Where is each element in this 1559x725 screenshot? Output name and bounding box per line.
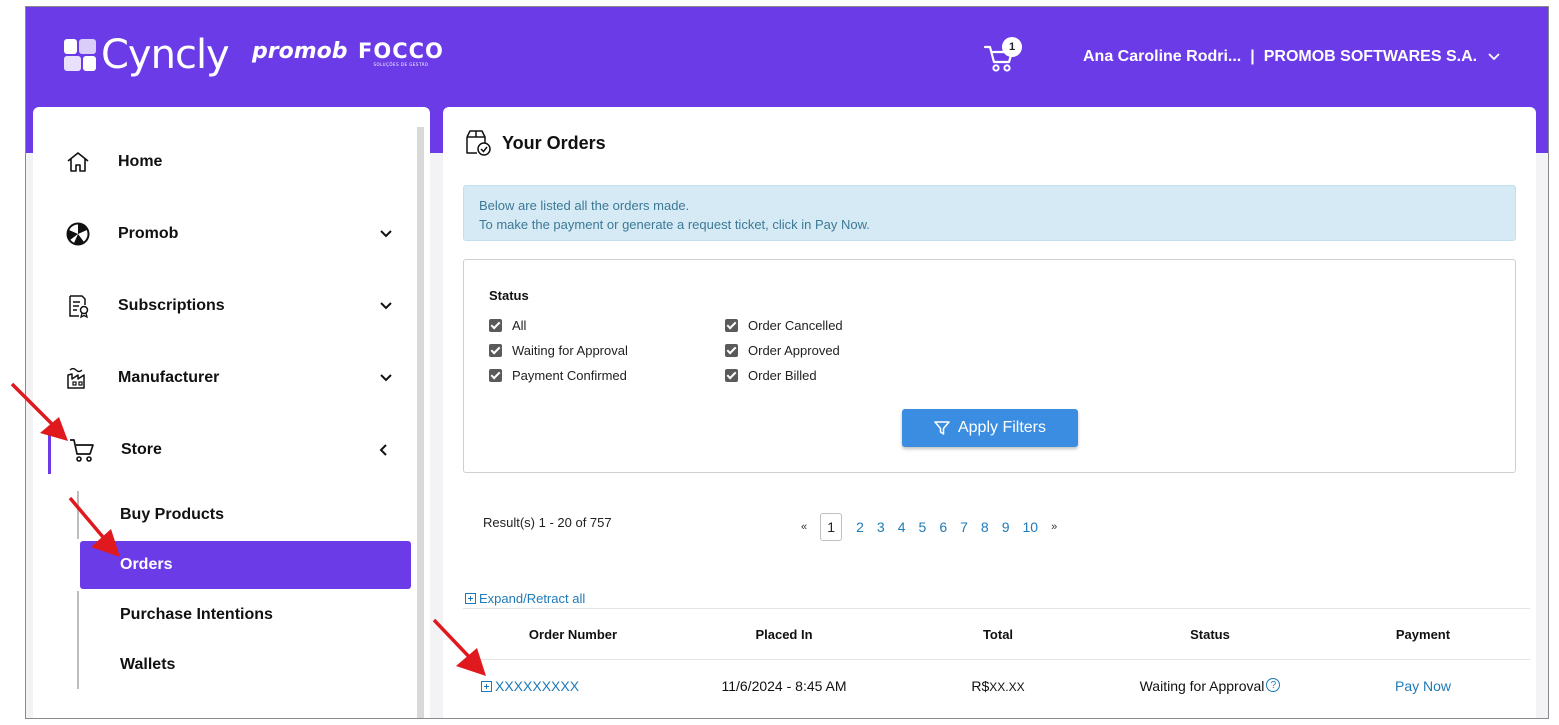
sidebar-subitem-wallets[interactable]: Wallets — [80, 641, 411, 689]
info-line: To make the payment or generate a reques… — [479, 217, 870, 232]
status-cell: Waiting for Approval? — [1115, 678, 1305, 694]
sidebar-item-promob[interactable]: Promob — [33, 210, 413, 258]
column-header-status: Status — [1190, 627, 1230, 642]
filter-option-payment-confirmed[interactable]: Payment Confirmed — [489, 368, 627, 383]
chevron-down-icon — [1488, 53, 1500, 61]
pagination-next[interactable]: » — [1051, 521, 1057, 533]
filter-option-all[interactable]: All — [489, 318, 526, 333]
page-title: Your Orders — [463, 128, 606, 158]
pagination-page[interactable]: 7 — [960, 519, 968, 535]
chevron-down-icon — [380, 374, 392, 382]
order-box-check-icon — [466, 130, 491, 156]
info-alert: Below are listed all the orders made. To… — [463, 185, 1516, 241]
focco-logo: FOCCO SOLUÇÕES DE GESTÃO — [358, 39, 444, 67]
checkbox-checked-icon[interactable] — [489, 319, 502, 332]
main-panel: Your Orders Below are listed all the ord… — [443, 107, 1536, 718]
order-number-cell[interactable]: XXXXXXXXX — [481, 678, 579, 694]
filter-option-order-billed[interactable]: Order Billed — [725, 368, 817, 383]
submenu-line — [77, 591, 79, 689]
subscriptions-icon — [69, 295, 89, 319]
table-divider — [463, 659, 1530, 660]
cyncly-wordmark: Cyncly — [101, 32, 230, 78]
user-separator: | — [1250, 48, 1255, 65]
total-cell: R$XX.XX — [933, 678, 1063, 694]
order-number-link[interactable]: XXXXXXXXX — [495, 678, 579, 694]
column-header-order-number: Order Number — [528, 627, 618, 642]
sidebar-scrollbar[interactable] — [417, 127, 424, 718]
column-header-total: Total — [982, 627, 1014, 642]
pagination-page[interactable]: 5 — [919, 519, 927, 535]
sidebar-item-subscriptions[interactable]: Subscriptions — [33, 282, 413, 330]
submenu-line — [77, 491, 79, 539]
promob-logo: promob — [252, 39, 348, 64]
sidebar-item-label: Home — [118, 153, 163, 170]
checkbox-checked-icon[interactable] — [725, 344, 738, 357]
promob-icon — [66, 222, 90, 246]
sidebar-item-label: Promob — [118, 225, 179, 242]
sidebar-item-home[interactable]: Home — [33, 138, 413, 186]
chevron-down-icon — [380, 302, 392, 310]
filter-option-order-cancelled[interactable]: Order Cancelled — [725, 318, 843, 333]
sidebar-subitem-buy-products[interactable]: Buy Products — [80, 491, 411, 539]
cyncly-logo-icon — [64, 39, 96, 71]
checkbox-checked-icon[interactable] — [489, 344, 502, 357]
sidebar-item-label: Subscriptions — [118, 297, 225, 314]
checkbox-checked-icon[interactable] — [725, 369, 738, 382]
pagination-page[interactable]: 8 — [981, 519, 989, 535]
factory-icon — [67, 367, 85, 389]
apply-filters-button[interactable]: Apply Filters — [902, 409, 1078, 447]
company-name: PROMOB SOFTWARES S.A. — [1263, 48, 1478, 65]
cart-count-badge: 1 — [1002, 37, 1022, 57]
pagination-current-page[interactable]: 1 — [820, 513, 843, 541]
pagination-page[interactable]: 2 — [856, 519, 864, 535]
sidebar-item-label: Store — [121, 441, 162, 458]
status-filter-panel: Status All Waiting for Approval Payment … — [463, 259, 1516, 473]
pagination-prev[interactable]: « — [801, 521, 807, 533]
expand-row-icon[interactable] — [481, 680, 492, 692]
help-icon[interactable]: ? — [1266, 678, 1281, 692]
checkbox-checked-icon[interactable] — [725, 319, 738, 332]
results-summary: Result(s) 1 - 20 of 757 — [483, 515, 612, 530]
placed-in-cell: 11/6/2024 - 8:45 AM — [721, 678, 847, 694]
sidebar-item-manufacturer[interactable]: Manufacturer — [33, 354, 413, 402]
currency-symbol: R$ — [971, 678, 990, 694]
chevron-left-icon — [379, 444, 387, 456]
checkbox-checked-icon[interactable] — [489, 369, 502, 382]
filter-icon — [934, 421, 950, 435]
app-window: Cyncly promob FOCCO SOLUÇÕES DE GESTÃO 1… — [25, 6, 1549, 719]
cart-icon — [70, 439, 94, 462]
filter-title: Status — [489, 288, 529, 303]
total-amount: XX.XX — [989, 680, 1025, 694]
status-text: Waiting for Approval — [1139, 678, 1265, 694]
expand-icon — [465, 593, 476, 604]
table-divider — [463, 608, 1530, 609]
chevron-down-icon — [380, 230, 392, 238]
user-name: Ana Caroline Rodri... — [1083, 48, 1242, 65]
sidebar-subitem-orders[interactable]: Orders — [80, 541, 411, 589]
sidebar: Home Promob Subscriptions Manufacturer S… — [33, 107, 430, 718]
column-header-payment: Payment — [1395, 627, 1451, 642]
page-title-text: Your Orders — [502, 132, 606, 153]
pagination-page[interactable]: 6 — [939, 519, 947, 535]
pay-now-link[interactable]: Pay Now — [1358, 678, 1488, 694]
filter-option-order-approved[interactable]: Order Approved — [725, 343, 840, 358]
cyncly-logo[interactable]: Cyncly — [64, 32, 230, 78]
filter-option-waiting-for-approval[interactable]: Waiting for Approval — [489, 343, 628, 358]
home-icon — [67, 152, 89, 172]
sidebar-item-store[interactable]: Store — [48, 426, 416, 474]
info-line: Below are listed all the orders made. — [479, 198, 690, 213]
pagination-page[interactable]: 9 — [1002, 519, 1010, 535]
user-menu[interactable]: Ana Caroline Rodri... | PROMOB SOFTWARES… — [1083, 48, 1501, 66]
pagination-page[interactable]: 3 — [877, 519, 885, 535]
pagination-page[interactable]: 4 — [898, 519, 906, 535]
pagination: « 1 2 3 4 5 6 7 8 9 10 » — [801, 513, 1070, 541]
sidebar-item-label: Manufacturer — [118, 369, 220, 386]
expand-retract-all-link[interactable]: Expand/Retract all — [465, 591, 585, 606]
pagination-page[interactable]: 10 — [1023, 519, 1039, 535]
column-header-placed-in: Placed In — [755, 627, 813, 642]
sidebar-subitem-purchase-intentions[interactable]: Purchase Intentions — [80, 591, 411, 639]
